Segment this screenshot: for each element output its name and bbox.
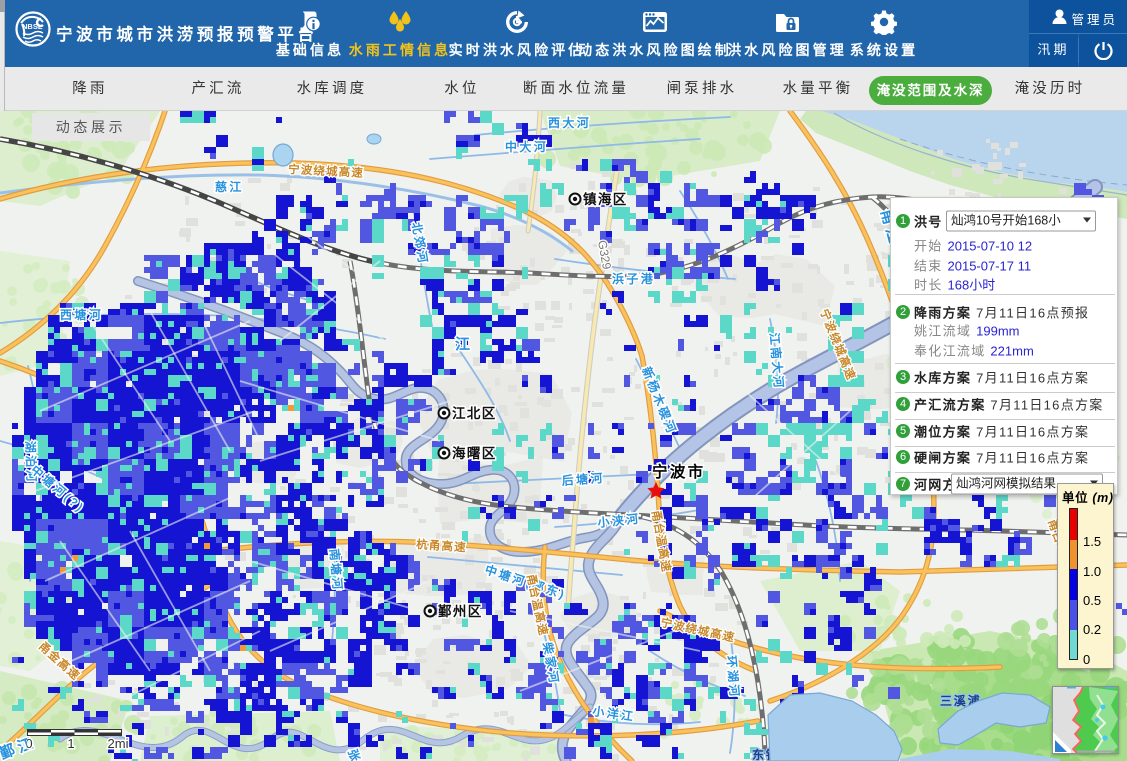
- svg-text:2mi: 2mi: [108, 736, 129, 751]
- svg-text:浜子港: 浜子港: [612, 271, 655, 286]
- svg-text:NBSL: NBSL: [22, 22, 43, 31]
- svg-text:中大河: 中大河: [505, 139, 548, 154]
- svg-text:西大河: 西大河: [548, 115, 591, 130]
- svg-text:镇海区: 镇海区: [583, 191, 628, 207]
- svg-text:慈江: 慈江: [215, 179, 244, 194]
- svg-text:宁波市: 宁波市: [652, 462, 705, 481]
- svg-text:0: 0: [27, 736, 33, 751]
- svg-text:江北区: 江北区: [452, 405, 497, 421]
- svg-text:西塘河: 西塘河: [60, 307, 103, 322]
- svg-text:江: 江: [455, 335, 474, 353]
- svg-text:后塘河: 后塘河: [561, 470, 605, 488]
- svg-text:1: 1: [67, 736, 74, 751]
- svg-text:海曙区: 海曙区: [452, 445, 497, 461]
- svg-text:鄞州区: 鄞州区: [438, 603, 483, 619]
